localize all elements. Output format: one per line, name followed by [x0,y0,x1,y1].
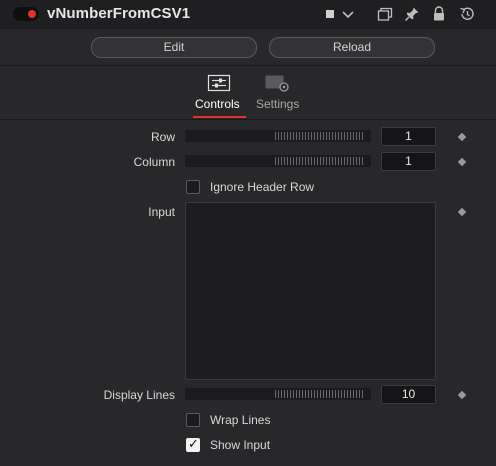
active-tab-indicator [193,116,246,118]
display-lines-keyframe-diamond-icon[interactable] [457,390,467,400]
edit-button[interactable]: Edit [91,37,257,58]
settings-gear-icon [265,74,289,92]
row-keyframe-diamond-icon[interactable] [457,132,467,142]
column-label: Column [133,155,175,169]
display-lines-value-field[interactable]: 10 [381,385,436,404]
input-text-area[interactable] [185,202,436,380]
slider-thumb-ticks [275,157,365,165]
row-value-field[interactable]: 1 [381,127,436,146]
tab-settings[interactable]: Settings [253,66,303,119]
pin-icon[interactable] [404,6,420,22]
input-keyframe-diamond-icon[interactable] [457,207,467,217]
color-swatch-icon[interactable] [323,6,339,22]
checkmark-icon: ✓ [188,436,199,451]
input-label: Input [148,205,175,219]
wrap-lines-label: Wrap Lines [210,413,271,427]
sliders-icon [207,74,231,92]
chevron-down-icon[interactable] [340,6,356,22]
enabled-indicator [28,10,36,18]
show-input-label: Show Input [210,438,271,452]
versions-icon[interactable] [377,6,393,22]
reload-button[interactable]: Reload [269,37,435,58]
tab-settings-label: Settings [256,97,300,111]
wrap-lines-checkbox[interactable] [186,413,200,427]
inspector-tabs: Controls Settings [0,66,496,120]
node-title: vNumberFromCSV1 [47,5,191,22]
row-label: Row [150,130,175,144]
column-value-field[interactable]: 1 [381,152,436,171]
node-enable-toggle[interactable] [13,7,39,21]
display-lines-label: Display Lines [103,388,175,402]
tab-controls-label: Controls [195,97,240,111]
reset-icon[interactable] [459,6,475,22]
column-keyframe-diamond-icon[interactable] [457,157,467,167]
action-bar: Edit Reload [0,29,496,66]
lock-icon[interactable] [431,6,447,22]
tab-controls[interactable]: Controls [193,66,246,119]
slider-thumb-ticks [275,390,365,398]
show-input-checkbox[interactable]: ✓ [186,436,200,452]
ignore-header-row-checkbox[interactable] [186,180,200,194]
node-header: vNumberFromCSV1 [0,0,496,29]
column-slider[interactable] [185,155,371,167]
slider-thumb-ticks [275,132,365,140]
row-slider[interactable] [185,130,371,142]
display-lines-slider[interactable] [185,388,371,400]
ignore-header-row-label: Ignore Header Row [210,180,315,194]
